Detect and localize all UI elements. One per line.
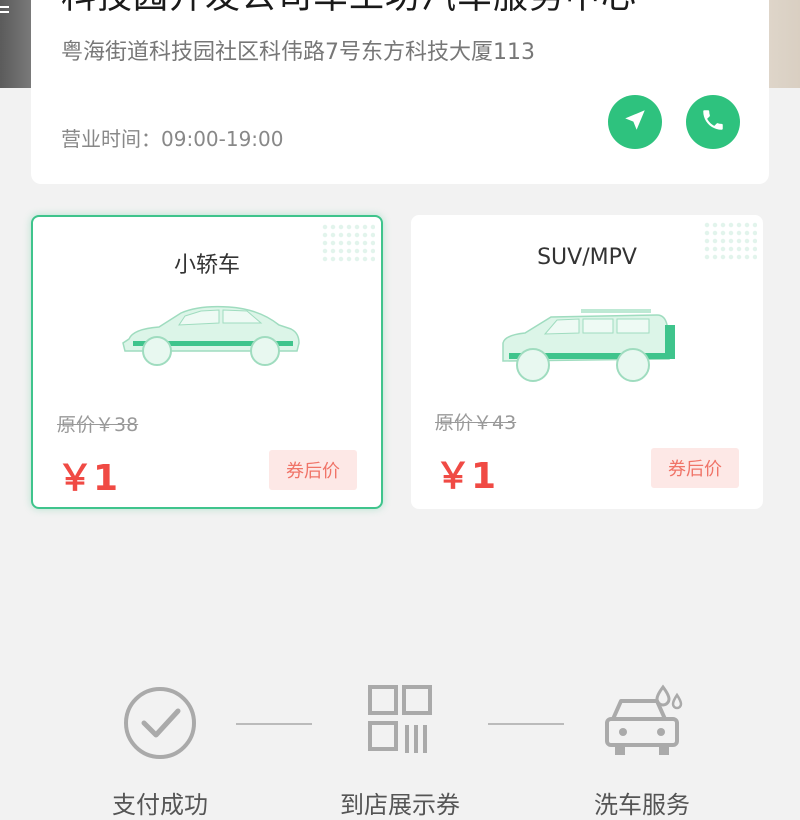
step-label: 支付成功: [112, 791, 208, 819]
coupon-price-tag: 券后价: [651, 448, 739, 488]
vehicle-name: SUV/MPV: [537, 245, 637, 270]
store-address: 粤海街道科技园社区科伟路7号东方科技大厦113: [61, 40, 535, 65]
car-wash-icon: [597, 684, 687, 767]
step-payment-success: 支付成功: [110, 683, 210, 819]
original-price: 原价￥38: [57, 414, 139, 436]
coupon-price-tag: 券后价: [269, 450, 357, 490]
vehicle-name: 小轿车: [173, 253, 240, 278]
phone-icon: [700, 107, 726, 137]
store-name: 科技园开发公司车工坊汽车服务中心: [61, 0, 637, 19]
suv-car-icon: [499, 307, 679, 393]
original-price: 原价￥43: [435, 412, 517, 434]
navigate-button[interactable]: [608, 95, 662, 149]
step-label: 到店展示券: [340, 791, 460, 819]
step-connector: [488, 723, 564, 725]
discount-price: ￥1: [435, 456, 497, 497]
vehicle-option-suv[interactable]: SUV/MPV 原价￥43 ￥1 券后价: [411, 215, 763, 509]
step-car-wash: 洗车服务: [592, 683, 692, 819]
step-connector: [236, 723, 312, 725]
step-show-coupon: 到店展示券: [340, 683, 460, 819]
qr-code-icon: [360, 685, 440, 767]
step-label: 洗车服务: [594, 791, 690, 819]
vehicle-option-sedan[interactable]: 小轿车 原价￥38 ￥1 券后价: [31, 215, 383, 509]
sedan-car-icon: [119, 299, 303, 375]
navigation-arrow-icon: [622, 107, 648, 137]
back-icon[interactable]: [0, 4, 14, 22]
call-button[interactable]: [686, 95, 740, 149]
discount-price: ￥1: [57, 458, 119, 499]
business-hours-label: 营业时间：: [61, 127, 161, 151]
business-hours: 营业时间：09:00-19:00: [61, 123, 284, 152]
store-info-card: 科技园开发公司车工坊汽车服务中心 粤海街道科技园社区科伟路7号东方科技大厦113…: [31, 0, 769, 184]
check-circle-icon: [120, 687, 200, 767]
business-hours-value: 09:00-19:00: [161, 127, 284, 151]
